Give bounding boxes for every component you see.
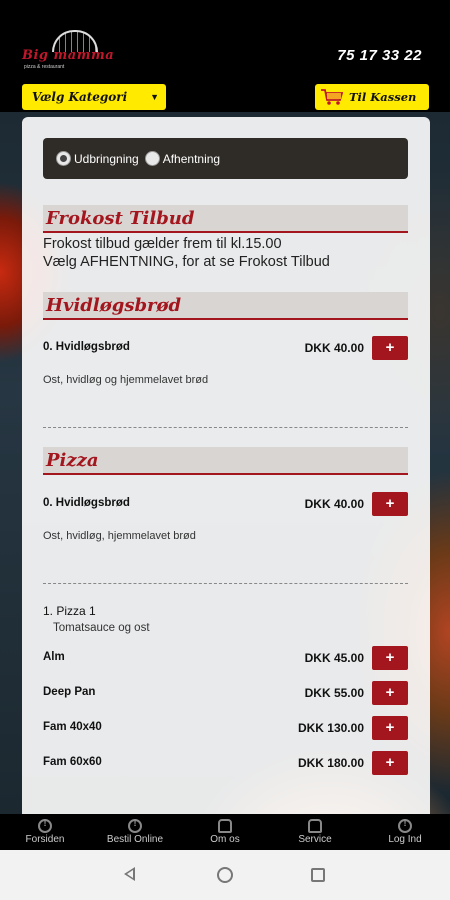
- offer-line: Frokost tilbud gælder frem til kl.15.00: [43, 236, 282, 252]
- info-icon: [128, 818, 142, 833]
- size-option-row: Alm DKK 45.00 +: [43, 646, 408, 672]
- person-icon: [218, 819, 232, 833]
- item-name: 0. Hvidløgsbrød: [43, 341, 130, 353]
- nav-label: Service: [298, 834, 332, 845]
- item-price: DKK 40.00: [304, 497, 364, 511]
- delivery-option-label: Udbringning: [74, 151, 139, 166]
- category-select[interactable]: Vælg Kategori ▼: [22, 84, 166, 110]
- size-option-row: Fam 60x60 DKK 180.00 +: [43, 751, 408, 777]
- item-description: Ost, hvidløg og hjemmelavet brød: [43, 374, 209, 386]
- size-name: Deep Pan: [43, 686, 96, 698]
- restaurant-logo[interactable]: Big mamma pizza & restaurant: [22, 30, 114, 72]
- size-name: Alm: [43, 651, 65, 663]
- logo-brand: Big mamma: [22, 48, 115, 63]
- add-to-cart-button[interactable]: +: [372, 646, 408, 670]
- dropdown-arrow-icon: ▼: [150, 92, 159, 102]
- shopping-cart-icon: [319, 87, 345, 107]
- item-price: DKK 40.00: [304, 341, 364, 355]
- info-icon: [38, 818, 52, 833]
- nav-label: Bestil Online: [106, 834, 164, 845]
- category-select-label: Vælg Kategori: [32, 90, 128, 104]
- radio-checked-icon[interactable]: [56, 151, 71, 166]
- offer-line: Vælg AFHENTNING, for at se Frokost Tilbu…: [43, 254, 330, 270]
- size-name: Fam 40x40: [43, 721, 102, 733]
- nav-item-bestil-online[interactable]: Bestil Online: [90, 814, 180, 850]
- bottom-navigation: Forsiden Bestil Online Om os Service Log…: [0, 814, 450, 850]
- delivery-option-afhentning[interactable]: Afhentning: [144, 151, 221, 166]
- size-price: DKK 130.00: [297, 721, 364, 735]
- delivery-options: Udbringning Afhentning: [43, 138, 408, 179]
- add-to-cart-button[interactable]: +: [372, 336, 408, 360]
- nav-item-service[interactable]: Service: [270, 814, 360, 850]
- checkout-button[interactable]: Til Kassen: [315, 84, 429, 110]
- size-price: DKK 55.00: [304, 686, 364, 700]
- size-price: DKK 180.00: [297, 756, 364, 770]
- recent-apps-icon[interactable]: [311, 868, 325, 882]
- menu-item: 0. Hvidløgsbrød DKK 40.00 +: [43, 336, 408, 362]
- back-icon[interactable]: [124, 867, 135, 881]
- pizza-item-name: 1. Pizza 1: [43, 604, 96, 618]
- delivery-option-udbringning[interactable]: Udbringning: [56, 151, 139, 166]
- size-option-row: Fam 40x40 DKK 130.00 +: [43, 716, 408, 742]
- system-navigation-bar: [0, 850, 450, 900]
- pizza-item-description: Tomatsauce og ost: [53, 622, 150, 634]
- item-description: Ost, hvidløg, hjemmelavet brød: [43, 530, 196, 542]
- menu-card: Udbringning Afhentning Frokost Tilbud Fr…: [22, 117, 430, 814]
- phone-number[interactable]: 75 17 33 22: [337, 47, 422, 64]
- section-title: Frokost Tilbud: [46, 207, 195, 229]
- logo-tagline: pizza & restaurant: [24, 64, 65, 70]
- size-price: DKK 45.00: [304, 651, 364, 665]
- section-header-hvidlog: Hvidløgsbrød: [43, 292, 408, 320]
- section-header-frokost: Frokost Tilbud: [43, 205, 408, 233]
- home-icon[interactable]: [217, 867, 233, 883]
- divider: [43, 583, 408, 584]
- delivery-option-label: Afhentning: [162, 151, 221, 166]
- nav-item-forsiden[interactable]: Forsiden: [0, 814, 90, 850]
- person-icon: [308, 819, 322, 833]
- nav-label: Log Ind: [388, 834, 422, 845]
- nav-item-log-ind[interactable]: Log Ind: [360, 814, 450, 850]
- item-name: 0. Hvidløgsbrød: [43, 497, 130, 509]
- divider: [43, 427, 408, 428]
- nav-label: Forsiden: [25, 834, 65, 845]
- radio-unchecked-icon[interactable]: [144, 151, 160, 166]
- app-header: Big mamma pizza & restaurant 75 17 33 22…: [0, 0, 450, 112]
- nav-item-om-os[interactable]: Om os: [180, 814, 270, 850]
- add-to-cart-button[interactable]: +: [372, 751, 408, 775]
- section-title: Pizza: [46, 449, 99, 471]
- size-name: Fam 60x60: [43, 756, 102, 768]
- add-to-cart-button[interactable]: +: [372, 681, 408, 705]
- menu-item: 0. Hvidløgsbrød DKK 40.00 +: [43, 492, 408, 518]
- info-icon: [398, 818, 412, 833]
- add-to-cart-button[interactable]: +: [372, 492, 408, 516]
- nav-label: Om os: [210, 834, 240, 845]
- section-title: Hvidløgsbrød: [46, 294, 182, 316]
- size-option-row: Deep Pan DKK 55.00 +: [43, 681, 408, 707]
- add-to-cart-button[interactable]: +: [372, 716, 408, 740]
- section-header-pizza: Pizza: [43, 447, 408, 475]
- checkout-button-label: Til Kassen: [349, 90, 417, 104]
